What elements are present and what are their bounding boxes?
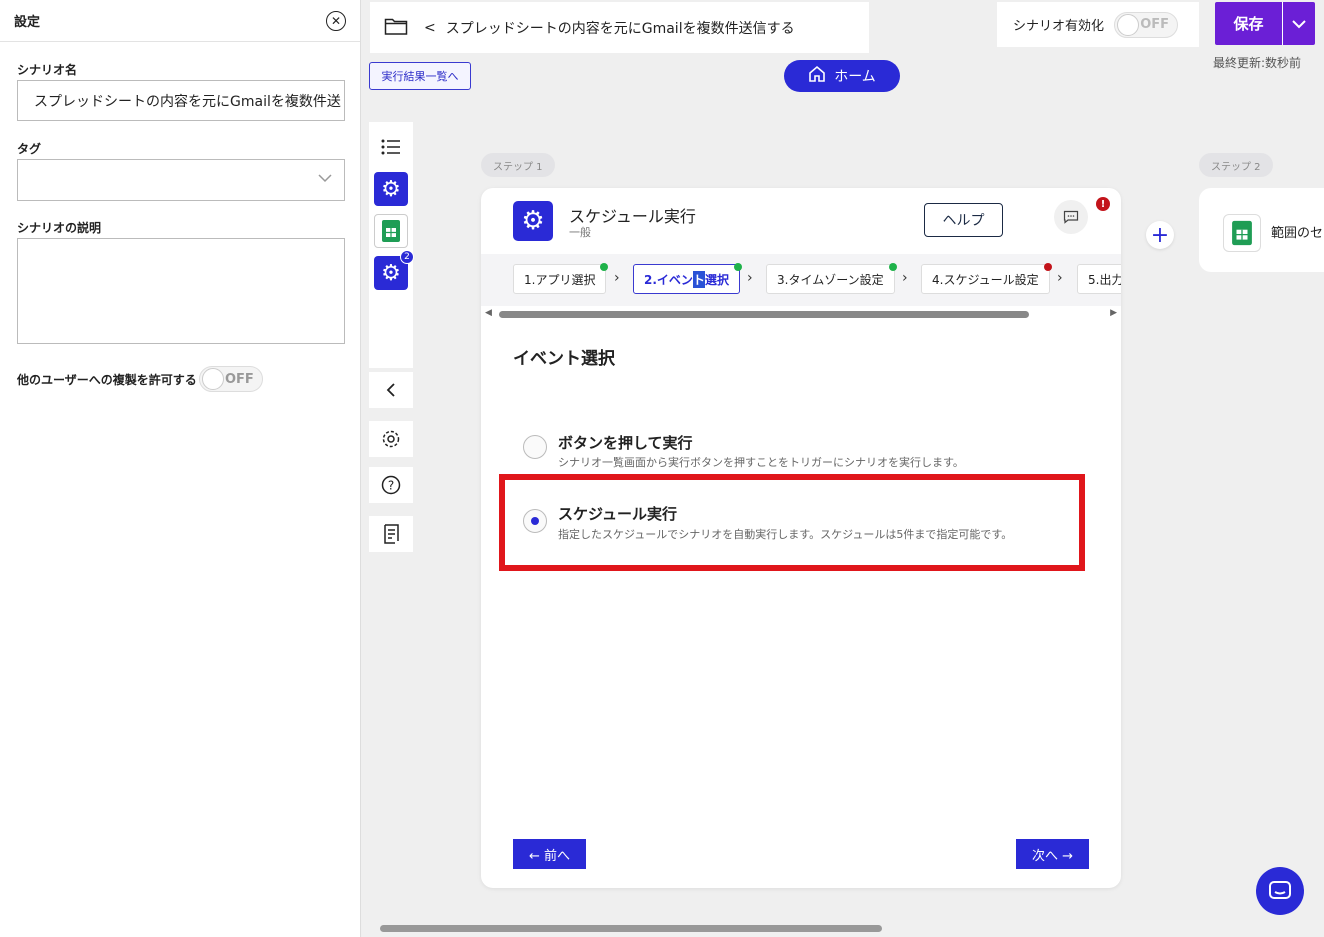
copy-permission-row: 他のユーザーへの複製を許可する OFF xyxy=(17,366,263,392)
page-horizontal-scrollbar[interactable] xyxy=(362,920,1324,937)
check-icon xyxy=(600,263,609,271)
tab-label: 1.アプリ選択 xyxy=(524,272,596,287)
collapse-chevron-icon[interactable] xyxy=(369,372,413,408)
copy-permission-label: 他のユーザーへの複製を許可する xyxy=(17,372,197,387)
chevron-right-icon: › xyxy=(902,270,908,286)
results-list-link[interactable]: 実行結果一覧へ xyxy=(369,62,471,90)
step-card: ⚙ スケジュール実行 一般 ヘルプ ! 1.アプリ選択 › 2.イベント選択 ›… xyxy=(481,188,1121,888)
settings-gear-icon[interactable] xyxy=(369,421,413,457)
step-list-icon[interactable] xyxy=(374,130,408,164)
tab-label-selected-text: ト xyxy=(692,270,705,288)
chevron-down-icon xyxy=(318,172,332,186)
settings-panel: 設定 ✕ シナリオ名 スプレッドシートの内容を元にGmailを複数件送 タグ シ… xyxy=(0,0,361,937)
radio-button-selected[interactable] xyxy=(523,509,547,533)
settings-header: 設定 ✕ xyxy=(0,0,360,42)
scroll-thumb[interactable] xyxy=(380,925,882,932)
gear-icon: ⚙ xyxy=(513,201,553,241)
tab-app-select[interactable]: 1.アプリ選択 xyxy=(513,263,609,294)
description-label: シナリオの説明 xyxy=(17,221,102,235)
scroll-thumb[interactable] xyxy=(499,311,1029,318)
tabs-scrollbar[interactable]: ◀ ▶ xyxy=(485,308,1117,320)
description-textarea[interactable] xyxy=(17,238,345,344)
section-title: イベント選択 xyxy=(513,349,615,369)
tab-event-select[interactable]: 2.イベント選択 xyxy=(633,263,742,294)
log-document-icon[interactable] xyxy=(369,516,413,552)
radio-button[interactable] xyxy=(523,435,547,459)
tab-label-a: 2.イベン xyxy=(644,272,693,287)
spreadsheet-icon xyxy=(1223,214,1261,252)
option-title: ボタンを押して実行 xyxy=(558,434,693,452)
option-button-trigger[interactable]: ボタンを押して実行 シナリオ一覧画面から実行ボタンを押すことをトリガーにシナリオ… xyxy=(523,432,1083,472)
alert-icon: ! xyxy=(1096,197,1110,211)
error-icon xyxy=(1043,263,1052,271)
home-icon xyxy=(808,65,826,87)
scenario-enable-box: シナリオ有効化 OFF xyxy=(997,2,1199,47)
tab-label: 4.スケジュール設定 xyxy=(932,272,1039,287)
chevron-down-icon[interactable] xyxy=(1283,2,1315,45)
scenario-name-input[interactable]: スプレッドシートの内容を元にGmailを複数件送 xyxy=(17,80,345,121)
step-tabs: 1.アプリ選択 › 2.イベント選択 › 3.タイムゾーン設定 › 4.スケジュ… xyxy=(481,254,1121,306)
chevron-right-icon: › xyxy=(1057,270,1063,286)
step-2-title: 範囲のセ xyxy=(1271,226,1324,241)
save-button[interactable]: 保存 xyxy=(1215,2,1283,45)
scenario-name-label: シナリオ名 xyxy=(17,63,78,77)
gear-icon[interactable]: ⚙ 2 xyxy=(374,250,414,290)
tab-output[interactable]: 5.出力 xyxy=(1077,264,1121,294)
step-2-card[interactable]: 範囲のセ xyxy=(1199,188,1324,272)
tab-label: 5.出力 xyxy=(1088,272,1121,287)
previous-button[interactable]: ← 前へ xyxy=(513,839,586,869)
option-schedule-trigger[interactable]: スケジュール実行 指定したスケジュールでシナリオを自動実行します。スケジュールは… xyxy=(523,503,1083,543)
spreadsheet-icon[interactable] xyxy=(374,214,408,248)
tab-schedule[interactable]: 4.スケジュール設定 xyxy=(921,263,1052,294)
scroll-left-icon[interactable]: ◀ xyxy=(485,308,492,318)
tab-label-c: 選択 xyxy=(704,272,729,287)
tag-select[interactable] xyxy=(17,159,345,201)
help-button[interactable]: ヘルプ xyxy=(924,203,1003,237)
check-icon xyxy=(888,263,897,271)
chevron-right-icon: › xyxy=(614,270,620,286)
gear-icon[interactable]: ⚙ xyxy=(374,172,408,206)
option-description: シナリオ一覧画面から実行ボタンを押すことをトリガーにシナリオを実行します。 xyxy=(558,456,964,469)
card-subtitle: 一般 xyxy=(569,226,591,239)
tab-timezone[interactable]: 3.タイムゾーン設定 xyxy=(766,263,897,294)
tab-label: 3.タイムゾーン設定 xyxy=(777,272,884,287)
step-1-chip: ステップ 1 xyxy=(481,153,555,177)
svg-text:?: ? xyxy=(388,479,394,493)
toggle-knob xyxy=(1117,13,1140,36)
enable-toggle-text: OFF xyxy=(1140,17,1170,32)
save-button-group: 保存 xyxy=(1215,2,1315,45)
last-update: 最終更新:数秒前 xyxy=(1213,56,1302,70)
next-button[interactable]: 次へ → xyxy=(1016,839,1089,869)
chevron-right-icon: › xyxy=(747,270,753,286)
scroll-right-icon[interactable]: ▶ xyxy=(1110,308,1117,318)
option-title: スケジュール実行 xyxy=(558,505,677,523)
back-chevron-icon[interactable]: < xyxy=(424,20,436,36)
enable-label: シナリオ有効化 xyxy=(1013,19,1105,34)
scenario-title-bar: < スプレッドシートの内容を元にGmailを複数件送信する xyxy=(370,2,869,53)
copy-toggle-text: OFF xyxy=(224,371,254,387)
home-label: ホーム xyxy=(834,69,876,85)
help-circle-icon[interactable]: ? xyxy=(369,467,413,503)
toggle-knob xyxy=(201,368,224,390)
add-step-icon[interactable]: + xyxy=(1146,221,1174,249)
settings-title: 設定 xyxy=(14,15,41,30)
comment-icon[interactable] xyxy=(1054,200,1088,234)
count-badge: 2 xyxy=(400,250,414,264)
scenario-enable-toggle[interactable]: OFF xyxy=(1114,11,1179,38)
tag-label: タグ xyxy=(17,142,42,156)
scenario-title: スプレッドシートの内容を元にGmailを複数件送信する xyxy=(445,20,795,37)
step-2-chip: ステップ 2 xyxy=(1199,153,1273,177)
option-description: 指定したスケジュールでシナリオを自動実行します。スケジュールは5件まで指定可能で… xyxy=(558,528,1013,541)
check-icon xyxy=(733,263,742,271)
support-chat-icon[interactable] xyxy=(1256,867,1304,915)
folder-icon[interactable] xyxy=(384,16,408,40)
close-icon[interactable]: ✕ xyxy=(326,10,346,31)
home-button[interactable]: ホーム xyxy=(784,60,900,92)
copy-permission-toggle[interactable]: OFF xyxy=(198,366,263,392)
tool-rail: ⚙ ⚙ 2 xyxy=(369,122,414,368)
